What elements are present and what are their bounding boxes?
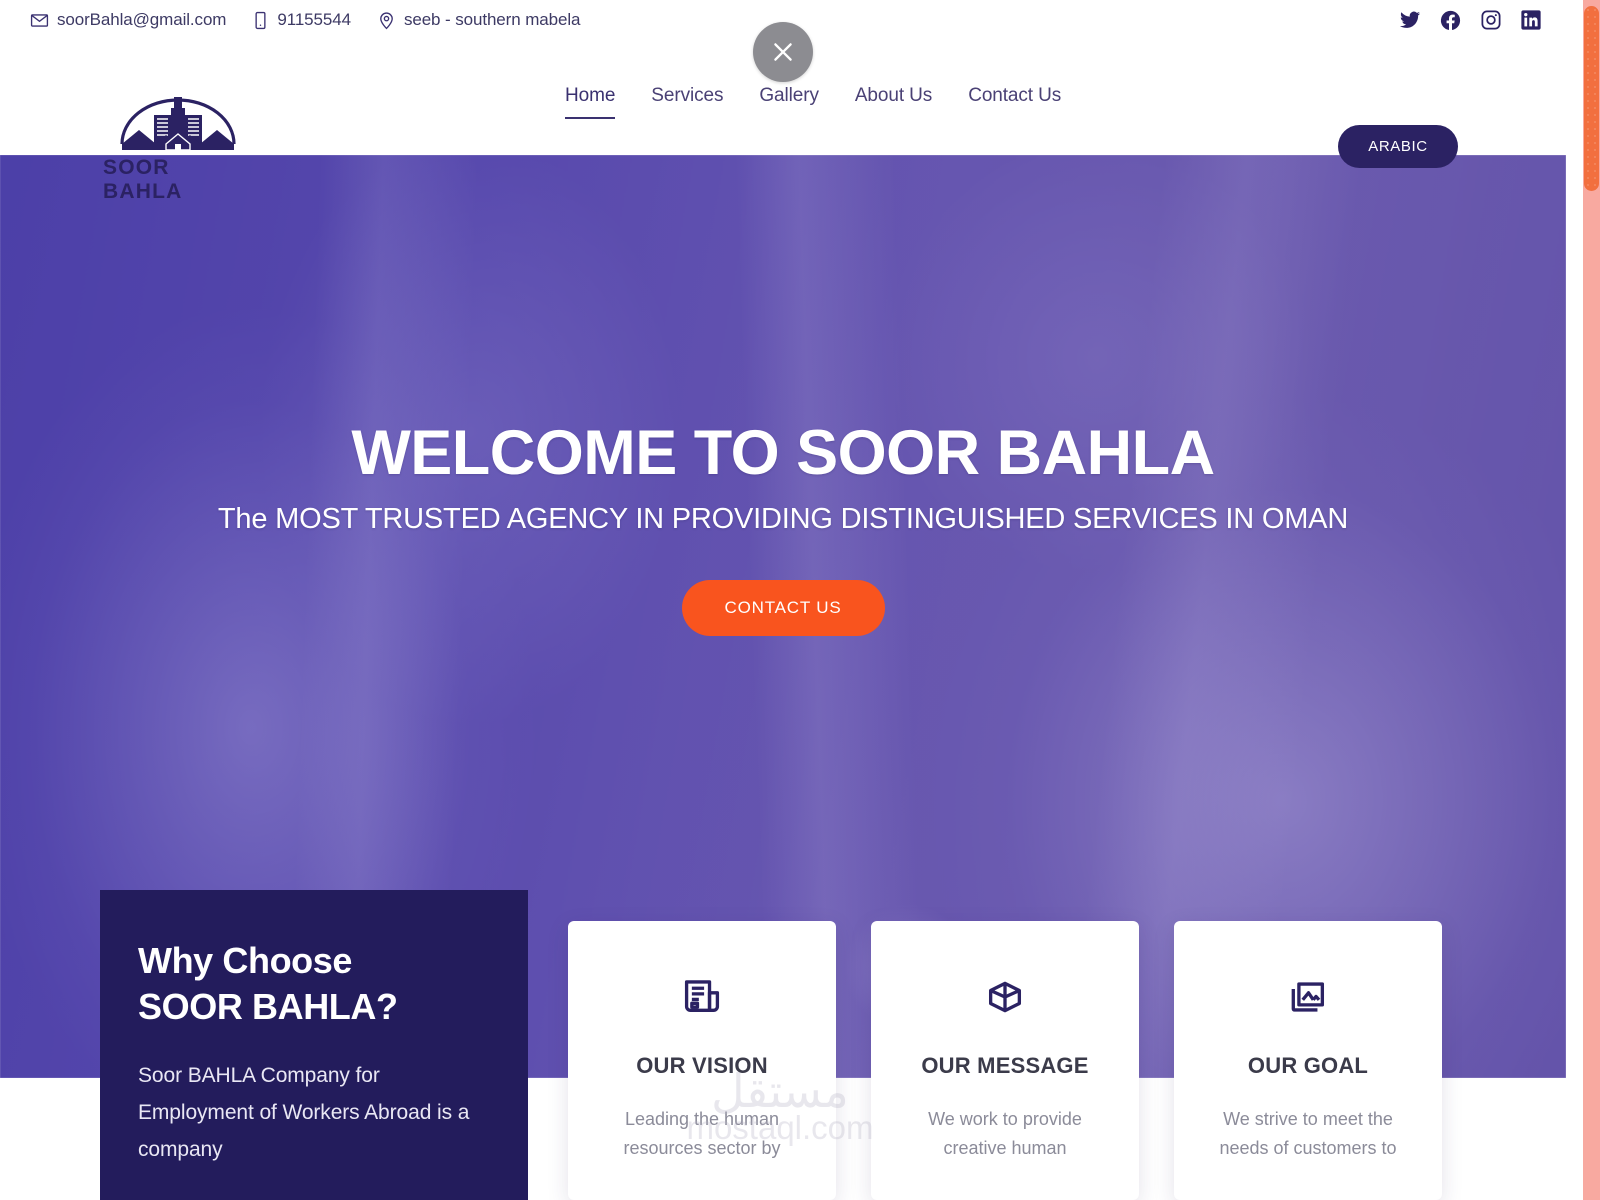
- image-gallery-icon: [1287, 975, 1329, 1019]
- hero-cta-wrapper: CONTACT US: [0, 580, 1566, 636]
- map-pin-icon: [377, 11, 396, 30]
- nav-item-about-us[interactable]: About Us: [855, 85, 932, 111]
- nav-item-services[interactable]: Services: [651, 85, 723, 111]
- contact-info-group: soorBahla@gmail.com 91155544 seeb - sout…: [30, 10, 580, 30]
- instagram-icon[interactable]: [1480, 9, 1502, 31]
- close-icon: [774, 43, 792, 61]
- card-title: OUR MESSAGE: [921, 1053, 1089, 1078]
- vertical-scrollbar[interactable]: [1583, 0, 1600, 1200]
- card-title: OUR VISION: [636, 1053, 768, 1078]
- contact-location[interactable]: seeb - southern mabela: [377, 10, 580, 30]
- nav-item-contact-us[interactable]: Contact Us: [968, 85, 1061, 111]
- close-overlay-button[interactable]: [753, 22, 813, 82]
- card-text: We strive to meet the needs of customers…: [1219, 1109, 1397, 1158]
- logo-text: SOOR BAHLA: [103, 156, 183, 203]
- contact-phone-text: 91155544: [277, 10, 351, 29]
- primary-navigation: Home Services Gallery About Us Contact U…: [565, 40, 1061, 155]
- why-choose-panel: Why Choose SOOR BAHLA? Soor BAHLA Compan…: [100, 890, 528, 1200]
- contact-email-text: soorBahla@gmail.com: [57, 10, 227, 29]
- mobile-phone-icon: [252, 11, 269, 30]
- why-choose-title: Why Choose SOOR BAHLA?: [138, 938, 488, 1030]
- nav-item-home[interactable]: Home: [565, 85, 616, 119]
- why-choose-title-line1: Why Choose: [138, 940, 353, 981]
- newspaper-icon: [681, 975, 723, 1019]
- social-links: [1399, 9, 1542, 32]
- why-choose-title-line2: SOOR BAHLA?: [138, 986, 398, 1028]
- website-page: soorBahla@gmail.com 91155544 seeb - sout…: [0, 0, 1566, 1200]
- linkedin-icon[interactable]: [1520, 9, 1542, 31]
- site-logo[interactable]: SOOR BAHLA: [103, 92, 253, 204]
- nav-item-gallery[interactable]: Gallery: [759, 85, 819, 111]
- contact-email[interactable]: soorBahla@gmail.com: [30, 10, 226, 30]
- card-title: OUR GOAL: [1247, 1053, 1369, 1078]
- twitter-icon[interactable]: [1399, 9, 1421, 31]
- card-our-message[interactable]: OUR MESSAGE We work to provide creative …: [871, 921, 1139, 1200]
- scrollbar-thumb[interactable]: [1584, 6, 1599, 191]
- why-choose-body: Soor BAHLA Company for Employment of Wor…: [138, 1064, 470, 1161]
- hero-subtitle: The MOST TRUSTED AGENCY IN PROVIDING DIS…: [217, 503, 1349, 535]
- hero-contact-us-button[interactable]: CONTACT US: [681, 580, 885, 636]
- card-text: We work to provide creative human: [928, 1109, 1082, 1158]
- card-text: Leading the human resources sector by: [623, 1109, 781, 1158]
- card-our-vision[interactable]: OUR VISION Leading the human resources s…: [568, 921, 836, 1200]
- facebook-icon[interactable]: [1439, 9, 1462, 32]
- contact-location-text: seeb - southern mabela: [403, 10, 581, 29]
- cube-icon: [984, 975, 1026, 1019]
- card-our-goal[interactable]: OUR GOAL We strive to meet the needs of …: [1174, 921, 1442, 1200]
- hero-title: WELCOME TO SOOR BAHLA: [351, 418, 1215, 488]
- contact-phone[interactable]: 91155544: [252, 10, 351, 30]
- language-switch-arabic-button[interactable]: ARABIC: [1338, 125, 1458, 168]
- feature-cards-row: OUR VISION Leading the human resources s…: [568, 921, 1442, 1200]
- building-skyline-logo-icon: [120, 97, 236, 151]
- envelope-icon: [30, 11, 49, 30]
